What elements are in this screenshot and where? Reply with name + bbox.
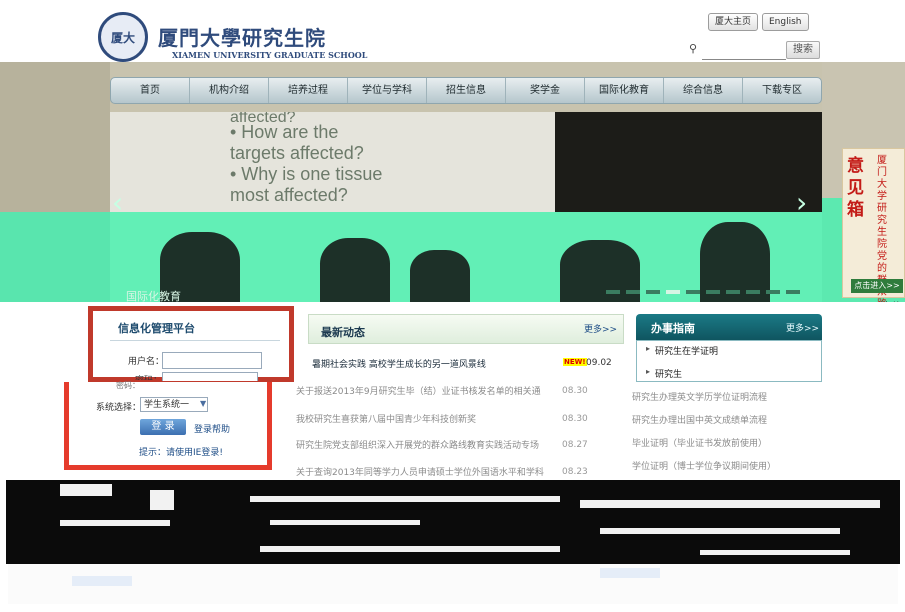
promo-enter-button[interactable]: 点击进入>> <box>851 279 903 293</box>
system-select[interactable]: 学生系统一 <box>140 397 208 412</box>
guide-item[interactable]: 毕业证明（毕业证书发放前使用） <box>632 436 767 449</box>
username-label: 用户名： <box>128 357 165 367</box>
news-item[interactable]: 关于查询2013年同等学力人员申请硕士学位外国语水平和学科 <box>296 465 566 478</box>
nav-item-degrees[interactable]: 学位与学科 <box>348 78 427 103</box>
render-artifact <box>60 484 112 496</box>
username-input[interactable] <box>162 352 262 369</box>
guide-item[interactable]: 研究生办理英文学历学位证明流程 <box>632 390 767 403</box>
news-date: 08.27 <box>562 440 588 450</box>
render-artifact <box>150 490 174 510</box>
nav-item-international[interactable]: 国际化教育 <box>585 78 664 103</box>
slide-indicator-active[interactable] <box>666 290 680 294</box>
guide-title: 办事指南 <box>651 322 695 335</box>
slide-line: targets affected? <box>230 143 364 163</box>
slide-line: • How are the <box>230 122 339 142</box>
guide-more-link[interactable]: 更多>> <box>786 321 819 334</box>
render-artifact <box>600 528 840 534</box>
slide-indicator[interactable] <box>786 290 800 294</box>
slide-indicator[interactable] <box>726 290 740 294</box>
banner-next-arrow[interactable]: › <box>796 186 807 219</box>
slide-indicator[interactable] <box>746 290 760 294</box>
render-artifact-band <box>0 212 110 304</box>
render-artifact <box>60 520 170 526</box>
slide-indicator[interactable] <box>706 290 720 294</box>
nav-item-home[interactable]: 首页 <box>111 78 190 103</box>
render-artifact <box>72 576 132 586</box>
slide-indicator[interactable] <box>646 290 660 294</box>
chevron-right-icon: ▸ <box>646 344 651 353</box>
divider <box>316 343 616 344</box>
promo-title: 意见箱 <box>847 156 864 220</box>
news-date: 08.23 <box>562 467 588 477</box>
password-label: 密码： <box>135 373 162 380</box>
render-artifact <box>260 546 560 552</box>
seal-text: 厦大 <box>110 30 135 45</box>
divider <box>110 340 280 341</box>
news-more-link[interactable]: 更多>> <box>584 322 617 335</box>
login-tip: 提示：请使用IE登录! <box>139 448 223 458</box>
password-label-ghost: 密码： <box>116 381 140 390</box>
login-panel-frame <box>88 306 294 382</box>
site-title-cn: 厦門大學研究生院 <box>158 26 326 50</box>
news-date: 08.30 <box>562 386 588 396</box>
render-artifact <box>250 496 560 502</box>
audience-silhouette <box>410 250 470 302</box>
guide-item[interactable]: 研究生 <box>655 367 682 380</box>
chevron-right-icon: ▸ <box>646 367 651 376</box>
slide-indicator[interactable] <box>766 290 780 294</box>
search-icon: ⚲ <box>689 42 698 55</box>
slide-line: most affected? <box>230 185 348 205</box>
banner-slide-text: affected? • How are the targets affected… <box>230 112 382 206</box>
guide-item[interactable]: 研究生在学证明 <box>655 344 718 357</box>
new-badge: NEW! <box>563 358 587 366</box>
news-item[interactable]: 暑期社会实践 高校学生成长的另一道风景线 <box>312 357 560 370</box>
nav-item-organization[interactable]: 机构介绍 <box>190 78 269 103</box>
password-input[interactable] <box>162 372 258 381</box>
guide-item[interactable]: 研究生办理出国中英文成绩单流程 <box>632 413 767 426</box>
slide-indicator[interactable] <box>626 290 640 294</box>
news-date: 08.30 <box>562 414 588 424</box>
render-artifact-band <box>8 564 898 604</box>
news-item[interactable]: 研究生院党支部组织深入开展党的群众路线教育实践活动专场 <box>296 438 566 451</box>
login-help-link[interactable]: 登录帮助 <box>194 422 230 435</box>
nav-item-scholarship[interactable]: 奖学金 <box>506 78 585 103</box>
news-title: 最新动态 <box>321 326 365 339</box>
banner-dark-area <box>555 112 822 212</box>
english-button[interactable]: English <box>762 13 809 31</box>
render-artifact <box>580 500 880 508</box>
search-input[interactable] <box>702 43 786 60</box>
login-button[interactable]: 登 录 <box>140 419 186 435</box>
render-artifact <box>270 520 420 525</box>
banner-prev-arrow[interactable]: ‹ <box>112 186 123 219</box>
audience-silhouette <box>320 238 390 302</box>
nav-item-downloads[interactable]: 下载专区 <box>743 78 821 103</box>
university-seal-logo[interactable]: 厦大 <box>98 12 148 62</box>
slide-line: • Why is one tissue <box>230 164 383 184</box>
main-nav: 首页 机构介绍 培养过程 学位与学科 招生信息 奖学金 国际化教育 综合信息 下… <box>110 77 822 104</box>
xmu-home-button[interactable]: 厦大主页 <box>708 13 759 31</box>
news-item[interactable]: 关于报送2013年9月研究生毕（结）业证书核发名单的相关通 <box>296 384 566 397</box>
slide-indicator[interactable] <box>686 290 700 294</box>
search-button[interactable]: 搜索 <box>786 41 820 59</box>
slide-line: affected? <box>230 112 296 122</box>
chevron-down-icon[interactable]: ▼ <box>200 399 206 408</box>
guide-item[interactable]: 学位证明（博士学位争议期间使用） <box>632 459 776 472</box>
slide-indicator[interactable] <box>606 290 620 294</box>
nav-item-admissions[interactable]: 招生信息 <box>427 78 506 103</box>
render-artifact <box>600 568 660 578</box>
site-title-en: XIAMEN UNIVERSITY GRADUATE SCHOOL <box>172 50 368 60</box>
news-item[interactable]: 我校研究生喜获第八届中国青少年科技创新奖 <box>296 412 566 425</box>
news-date: 09.02 <box>586 358 612 368</box>
render-artifact <box>700 550 850 555</box>
nav-item-training[interactable]: 培养过程 <box>269 78 348 103</box>
login-panel-title: 信息化管理平台 <box>118 322 195 335</box>
system-select-label: 系统选择： <box>96 403 142 413</box>
nav-item-general[interactable]: 综合信息 <box>664 78 743 103</box>
